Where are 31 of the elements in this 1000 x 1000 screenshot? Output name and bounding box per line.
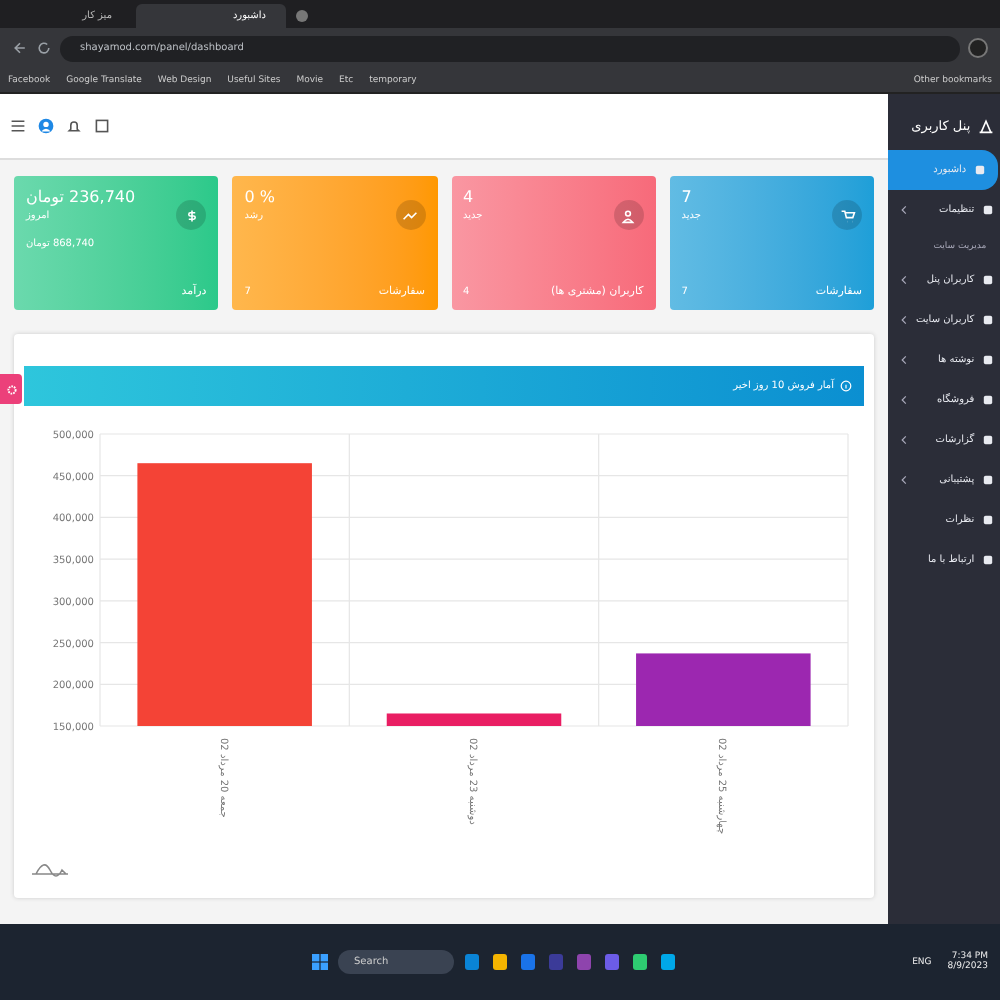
gear-icon — [5, 383, 17, 395]
info-icon — [840, 380, 852, 392]
card-value: % 0 — [244, 188, 275, 206]
profile-icon[interactable] — [968, 38, 988, 58]
avatar-icon[interactable] — [38, 118, 54, 134]
reload-icon[interactable] — [36, 40, 52, 56]
card-value: 4 — [463, 188, 474, 206]
square-icon — [982, 354, 995, 366]
chart-logo-icon — [31, 864, 69, 877]
dollar-icon — [176, 200, 207, 230]
windows-icon[interactable] — [310, 952, 330, 972]
logo-icon — [978, 118, 995, 134]
card-value: 7 — [681, 188, 692, 206]
back-icon[interactable] — [12, 40, 28, 56]
square-icon — [982, 514, 995, 526]
cart-icon — [832, 200, 862, 230]
card-value: 236,740 تومان — [26, 188, 136, 206]
menu-icon[interactable] — [10, 118, 26, 134]
square-icon — [982, 434, 995, 446]
square-icon — [982, 394, 995, 406]
square-icon — [982, 554, 995, 566]
square-icon — [982, 474, 995, 486]
square-icon — [982, 274, 995, 286]
user-icon — [613, 200, 644, 230]
settings-button[interactable] — [0, 374, 22, 404]
trend-icon — [395, 200, 425, 230]
square-icon — [974, 164, 987, 176]
fullscreen-icon[interactable] — [94, 118, 110, 134]
square-icon — [982, 314, 995, 326]
bell-icon[interactable] — [66, 118, 82, 134]
square-icon — [982, 204, 995, 216]
